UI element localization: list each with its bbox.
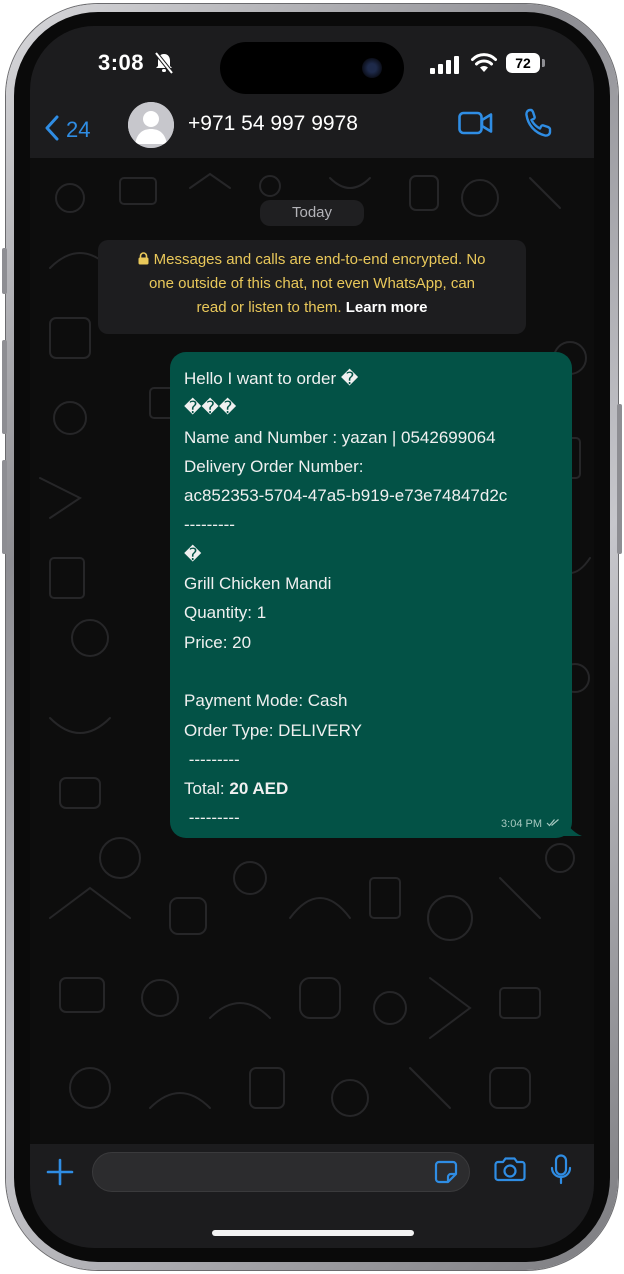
avatar[interactable] — [128, 102, 174, 148]
action-button — [2, 248, 7, 294]
chevron-left-icon — [44, 115, 60, 146]
encryption-notice-line2: one outside of this chat, not even Whats… — [148, 275, 476, 292]
encryption-notice-line3: read or listen to them. — [196, 299, 342, 316]
encryption-notice-line1: Messages and calls are end-to-end encryp… — [153, 251, 486, 268]
composer-bar — [30, 1144, 594, 1248]
mute-bell-icon — [154, 51, 174, 79]
message-line — [184, 657, 572, 686]
home-indicator[interactable] — [212, 1230, 414, 1236]
learn-more-link[interactable]: Learn more — [346, 299, 428, 316]
double-check-icon — [546, 818, 560, 830]
message-line: Name and Number : yazan | 0542699064 — [184, 427, 496, 447]
message-line: ac852353-5704-47a5-b919-e73e74847d2c — [184, 486, 508, 506]
message-line: --------- — [184, 749, 240, 769]
message-input[interactable] — [92, 1152, 470, 1192]
volume-down-button — [2, 460, 7, 554]
avatar-placeholder-icon — [128, 102, 174, 148]
bubble-tail — [562, 814, 582, 836]
message-time: 3:04 PM — [501, 818, 542, 830]
battery-tip — [542, 59, 545, 67]
dynamic-island — [220, 42, 404, 94]
unread-count: 24 — [66, 117, 91, 142]
message-meta: 3:04 PM — [501, 818, 560, 830]
volume-up-button — [2, 340, 7, 434]
chat-header: 24 +971 54 997 9978 — [30, 102, 594, 158]
chat-area[interactable]: Today Messages and calls are end-to-end … — [30, 158, 594, 1144]
total-label: Total: — [184, 779, 230, 799]
contact-name[interactable]: +971 54 997 9978 — [188, 112, 358, 136]
power-button — [617, 404, 622, 554]
battery-icon: 72 — [506, 53, 540, 73]
message-total-line: Total: 20 AED — [184, 774, 572, 803]
plus-icon[interactable] — [46, 1158, 74, 1191]
wifi-icon — [470, 52, 498, 79]
message-line: --------- — [184, 515, 235, 535]
encryption-notice[interactable]: Messages and calls are end-to-end encryp… — [98, 240, 526, 334]
status-bar: 3:08 72 — [30, 26, 594, 102]
total-value: 20 AED — [229, 779, 289, 799]
sticker-icon[interactable] — [433, 1159, 459, 1190]
message-line: Price: 20 — [184, 632, 252, 652]
message-line: Order Type: DELIVERY — [184, 720, 362, 740]
message-line: ��� — [184, 398, 237, 418]
signal-bars-icon — [430, 56, 460, 79]
message-line: � — [184, 544, 202, 564]
camera-icon[interactable] — [494, 1156, 526, 1187]
screen: 3:08 72 24 +971 54 997 9978 Today Messag… — [30, 26, 594, 1248]
phone-icon[interactable] — [524, 108, 552, 143]
message-line: Delivery Order Number: — [184, 456, 364, 476]
video-camera-icon[interactable] — [458, 110, 494, 141]
front-camera — [362, 58, 382, 78]
lock-icon — [138, 251, 153, 268]
status-time: 3:08 — [98, 50, 145, 75]
back-button[interactable]: 24 — [44, 112, 90, 148]
message-line: Quantity: 1 — [184, 603, 267, 623]
message-line: Grill Chicken Mandi — [184, 574, 332, 594]
date-separator: Today — [260, 200, 364, 226]
message-line: Hello I want to order � — [184, 369, 359, 388]
outgoing-message-bubble[interactable]: Hello I want to order � ��� Name and Num… — [170, 352, 572, 838]
microphone-icon[interactable] — [550, 1154, 572, 1191]
message-line: Payment Mode: Cash — [184, 691, 348, 711]
